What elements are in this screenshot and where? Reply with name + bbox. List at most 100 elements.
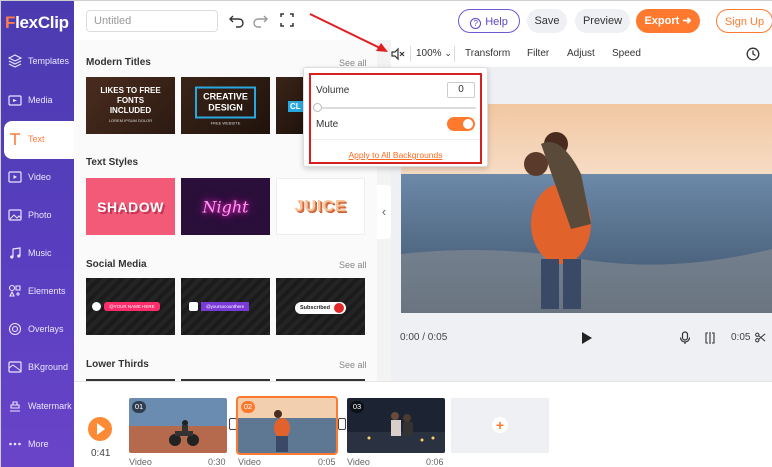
- speed-button[interactable]: Speed: [612, 48, 641, 59]
- total-duration: 0:41: [91, 448, 111, 459]
- zoom-select[interactable]: 100% ⌄: [416, 48, 452, 59]
- plus-icon: +: [492, 417, 508, 433]
- sidebar-item-watermark[interactable]: Watermark: [1, 388, 74, 426]
- sidebar-item-more[interactable]: More: [1, 426, 74, 464]
- section-title-lower-thirds: Lower Thirds: [86, 359, 149, 370]
- clip-time: 0:05: [318, 457, 336, 467]
- transition-button[interactable]: [229, 418, 237, 430]
- text-icon: [10, 133, 20, 145]
- microphone-icon[interactable]: [679, 331, 691, 345]
- sidebar-item-overlays[interactable]: Overlays: [1, 311, 74, 349]
- save-button[interactable]: Save: [527, 9, 567, 33]
- overlays-icon: [8, 322, 22, 336]
- arrow-right-icon: ➜: [682, 15, 692, 27]
- transition-button[interactable]: [338, 418, 346, 430]
- timeline-clip-selected[interactable]: 02: [236, 396, 338, 455]
- sidebar-item-bkground[interactable]: BKground: [1, 349, 74, 387]
- sign-up-button[interactable]: Sign Up: [716, 9, 772, 33]
- sidebar-item-video[interactable]: Video: [1, 159, 74, 197]
- fullscreen-icon[interactable]: [279, 12, 295, 28]
- more-icon: [9, 442, 21, 446]
- speaker-muted-icon[interactable]: [391, 47, 405, 61]
- sidebar-item-label: Elements: [28, 286, 66, 296]
- folder-icon: [8, 95, 22, 106]
- timeline: 0:41 01 Video 0:30 02 Video 0:05 03 Vide…: [74, 381, 772, 467]
- toolbar-separator: [454, 46, 455, 62]
- social-media-thumbnail[interactable]: @YOUR NAME HERE: [86, 278, 175, 335]
- help-button[interactable]: ? Help: [458, 9, 520, 33]
- text-style-thumbnail[interactable]: JUICE: [276, 178, 365, 235]
- scissors-icon[interactable]: [755, 332, 766, 343]
- text-style-thumbnail[interactable]: SHADOW: [86, 178, 175, 235]
- collapse-panel-button[interactable]: ‹: [377, 185, 391, 239]
- section-title-social-media: Social Media: [86, 259, 147, 270]
- social-media-thumbnail[interactable]: Subscribed: [276, 278, 365, 335]
- project-title-input[interactable]: [86, 10, 218, 32]
- see-all-link[interactable]: See all: [339, 260, 367, 270]
- sidebar-item-text[interactable]: Text: [4, 121, 74, 159]
- section-title-text-styles: Text Styles: [86, 157, 139, 168]
- split-icon[interactable]: [704, 332, 716, 344]
- adjust-button[interactable]: Adjust: [567, 48, 595, 59]
- video-icon: [8, 171, 22, 183]
- timeline-play-button[interactable]: [88, 417, 112, 441]
- sidebar-item-label: Overlays: [28, 324, 64, 334]
- play-icon[interactable]: [581, 331, 593, 345]
- export-button[interactable]: Export ➜: [636, 9, 700, 33]
- clip-type-label: Video: [129, 457, 152, 467]
- template-thumbnail[interactable]: CL: [276, 77, 303, 134]
- template-thumbnail[interactable]: LIKES TO FREE FONTS INCLUDED LOREM IPSUM…: [86, 77, 175, 134]
- sidebar-item-media[interactable]: Media: [1, 82, 74, 120]
- tiktok-icon: [92, 302, 101, 312]
- clock-icon[interactable]: [746, 47, 760, 61]
- clip-time: 0:06: [426, 457, 444, 467]
- sidebar-item-templates[interactable]: Templates: [1, 43, 74, 81]
- sidebar-item-label: Music: [28, 248, 52, 258]
- flexclip-logo[interactable]: FlexClip: [5, 13, 69, 33]
- current-time: 0:00 / 0:05: [400, 332, 448, 343]
- top-bar: ?Help Save Preview Export ➜ Sign Up: [74, 1, 772, 40]
- instagram-icon: [189, 302, 198, 312]
- photo-icon: [8, 209, 22, 221]
- toolbar-separator: [410, 46, 411, 62]
- sidebar-item-label: Watermark: [28, 401, 72, 411]
- sidebar: FlexClip Templates Media Text Video Phot…: [1, 1, 74, 467]
- sidebar-item-label: Media: [28, 95, 53, 105]
- chevron-left-icon: ‹: [381, 204, 387, 219]
- editor-toolbar: 100% ⌄ Transform Filter Adjust Speed: [391, 40, 772, 68]
- see-all-link[interactable]: See all: [339, 360, 367, 370]
- chevron-down-icon: ⌄: [444, 48, 452, 58]
- layers-icon: [8, 54, 22, 68]
- clip-type-label: Video: [238, 457, 261, 467]
- clip-number: 03: [350, 401, 364, 413]
- sidebar-item-elements[interactable]: Elements: [1, 273, 74, 311]
- sidebar-item-photo[interactable]: Photo: [1, 197, 74, 235]
- section-title-modern-titles: Modern Titles: [86, 57, 151, 68]
- elements-icon: [8, 284, 21, 297]
- help-icon: ?: [470, 18, 482, 29]
- sidebar-item-music[interactable]: Music: [1, 235, 74, 273]
- bell-icon: [333, 302, 344, 313]
- sidebar-item-label: More: [28, 439, 49, 449]
- text-style-thumbnail[interactable]: Night: [181, 178, 270, 235]
- transform-button[interactable]: Transform: [465, 48, 510, 59]
- sidebar-item-label: BKground: [28, 362, 69, 372]
- sidebar-item-label: Text: [28, 134, 45, 144]
- sidebar-item-label: Video: [28, 172, 51, 182]
- watermark-icon: [10, 401, 20, 412]
- social-media-thumbnail[interactable]: @yoursocounthere: [181, 278, 270, 335]
- add-clip-slot[interactable]: +: [451, 398, 549, 453]
- redo-icon[interactable]: [252, 12, 268, 28]
- sidebar-item-label: Templates: [28, 56, 70, 66]
- music-icon: [10, 247, 21, 259]
- template-thumbnail[interactable]: CREATIVE DESIGN FREE WEBSITE: [181, 77, 270, 134]
- clip-time: 0:30: [208, 457, 226, 467]
- filter-button[interactable]: Filter: [527, 48, 549, 59]
- timeline-clip[interactable]: 01: [129, 398, 227, 453]
- annotation-highlight-box: [309, 73, 482, 164]
- undo-icon[interactable]: [229, 12, 245, 28]
- clip-number: 01: [132, 401, 146, 413]
- timeline-clip[interactable]: 03: [347, 398, 445, 453]
- sidebar-item-label: Photo: [28, 210, 52, 220]
- preview-button[interactable]: Preview: [575, 9, 630, 33]
